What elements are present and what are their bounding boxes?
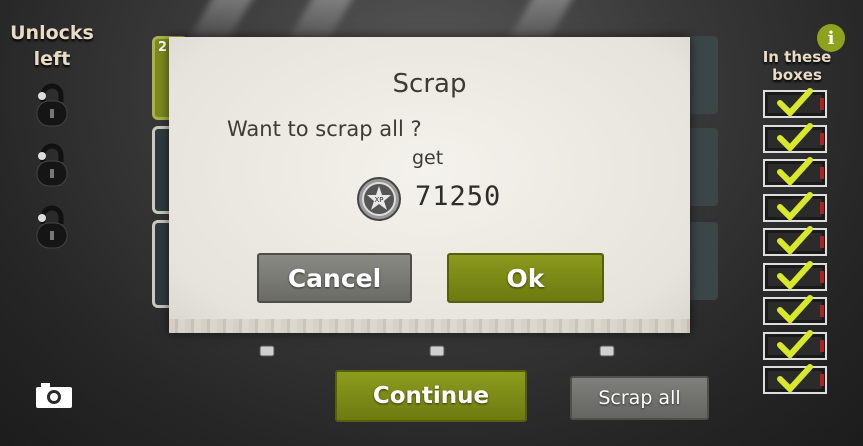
scrap-dialog: Scrap Want to scrap all ? get XP 71250 C…: [169, 37, 690, 333]
box-checked-icon: [763, 329, 827, 360]
card-count: 2: [158, 40, 168, 55]
box-checked-icon: [763, 157, 827, 187]
box-checked-icon: [763, 226, 827, 256]
lock-icon: [36, 83, 68, 127]
dialog-torn-edge: [169, 319, 690, 333]
reward-amount: 71250: [415, 181, 502, 212]
box-icon: [259, 345, 275, 357]
box-icon: [429, 345, 445, 357]
get-label: get: [412, 147, 444, 169]
box-icon: [599, 345, 615, 357]
box-checked-icon: [763, 260, 827, 291]
unlocks-left-title: Unlocks left: [10, 22, 94, 70]
continue-button[interactable]: Continue: [335, 370, 527, 422]
camera-icon[interactable]: [35, 381, 73, 409]
lock-icon: [36, 143, 68, 187]
item-card-right[interactable]: [688, 128, 718, 206]
item-card-right[interactable]: [688, 36, 718, 114]
box-checked-icon: [763, 295, 827, 325]
box-checked-icon: [763, 191, 827, 222]
cancel-button[interactable]: Cancel: [257, 253, 412, 303]
svg-text:XP: XP: [374, 196, 383, 204]
lock-icon: [36, 205, 68, 249]
box-checked-icon: [763, 364, 827, 394]
box-checked-icon: [763, 88, 827, 118]
dialog-question: Want to scrap all ?: [227, 117, 422, 141]
in-these-boxes-title: In these boxes: [762, 48, 832, 84]
scrap-all-button[interactable]: Scrap all: [570, 376, 709, 420]
item-card-right[interactable]: [688, 222, 718, 300]
xp-coin-icon: XP: [357, 177, 401, 221]
ok-button[interactable]: Ok: [447, 253, 604, 303]
dialog-title: Scrap: [392, 69, 467, 99]
box-checked-icon: [763, 122, 827, 153]
